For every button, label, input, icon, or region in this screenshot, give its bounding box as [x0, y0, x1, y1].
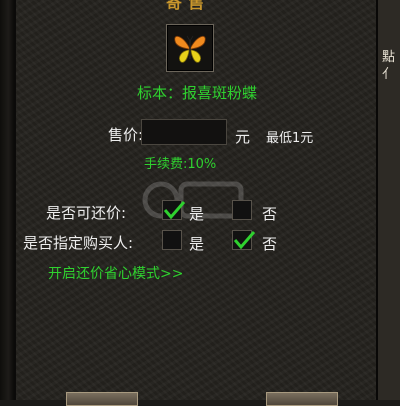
right-frame-edge: 點 亻 [376, 0, 400, 400]
confirm-button[interactable] [66, 392, 138, 406]
currency-label: 元 [235, 128, 251, 146]
bargain-yes-label: 是 [189, 205, 205, 223]
consignment-panel: 寄售 标本：报喜斑粉蝶 售价: 元 最低1元 手续费:10% 是否可还价: 是 … [14, 0, 380, 406]
panel-title: 寄售 [166, 0, 211, 12]
bargain-yes-checkbox[interactable] [162, 200, 186, 220]
checkmark-icon [233, 231, 256, 250]
buyer-yes-checkbox[interactable] [162, 230, 182, 250]
bargain-no-label: 否 [262, 205, 278, 223]
bargain-no-checkbox[interactable] [232, 200, 252, 220]
item-slot[interactable] [166, 24, 214, 72]
buyer-yes-label: 是 [189, 235, 205, 253]
buyer-no-label: 否 [262, 235, 278, 253]
cancel-button[interactable] [266, 392, 338, 406]
partial-text-glyph: 亻 [382, 67, 396, 82]
designate-buyer-label: 是否指定购买人: [23, 234, 134, 252]
price-input[interactable] [141, 119, 227, 145]
worry-free-mode-link[interactable]: 开启还价省心模式>> [48, 263, 183, 283]
butterfly-icon [174, 35, 206, 63]
bargain-label: 是否可还价: [46, 204, 127, 222]
left-frame-edge [0, 0, 14, 400]
price-label: 售价: [108, 126, 144, 144]
checkmark-icon [163, 201, 186, 220]
specimen-name: 标本：报喜斑粉蝶 [136, 84, 257, 102]
buyer-no-checkbox[interactable] [232, 230, 256, 250]
min-price-note: 最低1元 [266, 131, 314, 146]
